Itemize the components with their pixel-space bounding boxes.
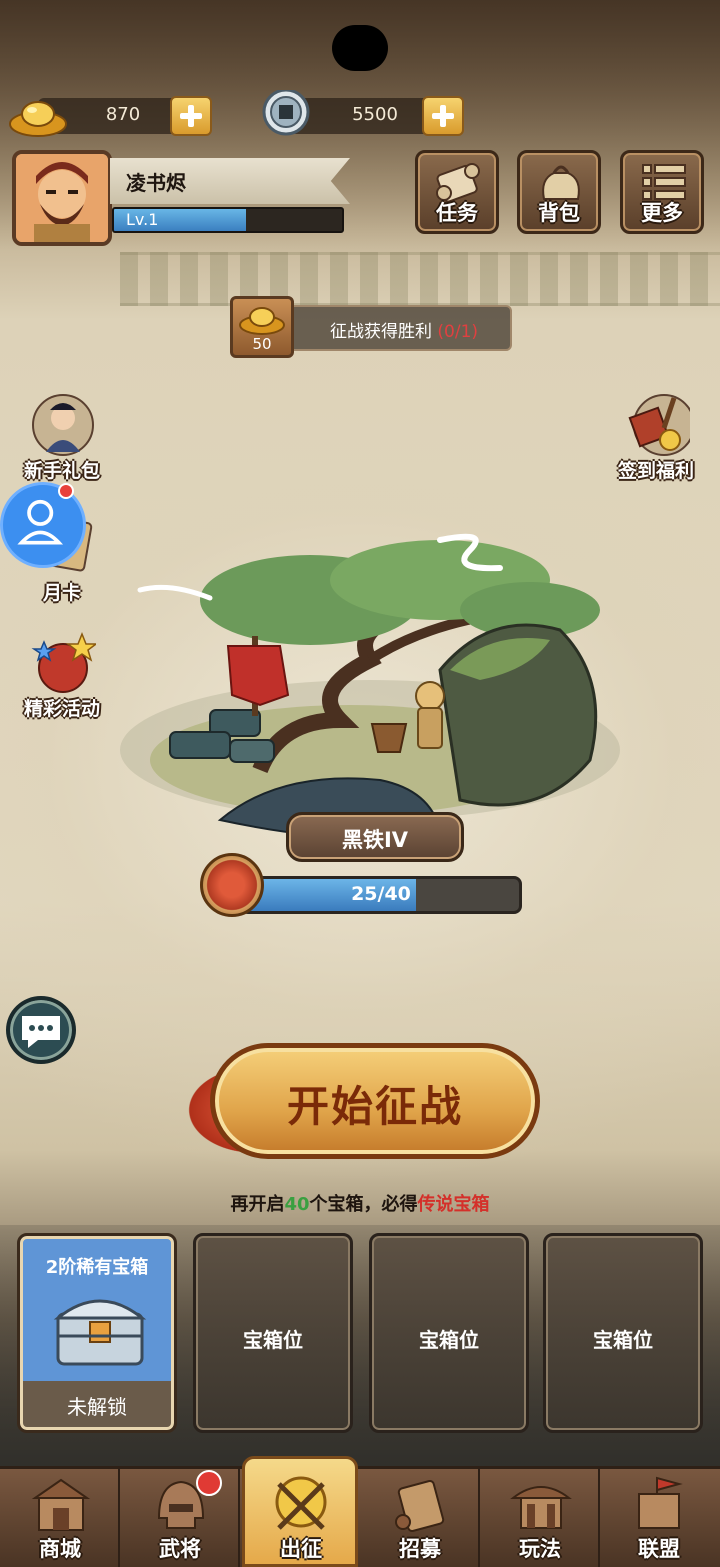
more-button-label: 更多 <box>641 201 683 225</box>
gold-ingot-icon <box>9 101 67 137</box>
camera-notch <box>332 25 388 71</box>
start-battle-label: 开始征战 <box>286 1082 463 1131</box>
chest-slot-empty[interactable]: 宝箱位 <box>369 1233 529 1433</box>
gold-value: 870 <box>105 104 141 125</box>
crossed-swords-icon <box>275 1476 327 1530</box>
chest-tip-prefix: 再开启 <box>230 1194 285 1215</box>
nav-shop[interactable]: 商城 <box>2 1468 120 1567</box>
nav-generals-badge <box>196 1470 222 1496</box>
avatar-portrait-icon <box>16 154 108 242</box>
assistant-float-button[interactable] <box>0 482 86 568</box>
task-button[interactable]: 任务 <box>415 150 499 234</box>
nav-shop-label: 商城 <box>39 1537 81 1561</box>
chest-slot-status: 未解锁 <box>67 1395 127 1419</box>
notification-dot <box>58 483 74 499</box>
quest-text: 征战获得胜利 (0/1) <box>330 317 478 342</box>
quest-progress: (0/1) <box>437 322 479 342</box>
chest-slot-label: 宝箱位 <box>419 1328 479 1352</box>
quest-reward-count: 50 <box>252 335 272 353</box>
shop-icon <box>31 1478 91 1531</box>
gold-currency: 870 <box>8 96 213 137</box>
coin-value: 5500 <box>352 104 398 125</box>
battlefield-scene <box>120 533 620 839</box>
month-card-label: 月卡 <box>42 582 81 604</box>
chest-tip-count: 40 <box>284 1194 310 1215</box>
task-button-label: 任务 <box>436 201 478 225</box>
pavilion-icon <box>510 1486 572 1529</box>
nav-recruit[interactable]: 招募 <box>362 1468 480 1567</box>
chat-button[interactable] <box>6 996 76 1064</box>
hero-gift-icon <box>32 394 94 456</box>
nav-gameplay-label: 玩法 <box>519 1537 561 1561</box>
coin-currency: 5500 <box>260 90 465 136</box>
chest-slot-rare[interactable]: 2阶稀有宝箱 未解锁 <box>17 1233 177 1433</box>
checkin-label: 签到福利 <box>617 460 694 482</box>
chest-slot-title: 2阶稀有宝箱 <box>45 1257 149 1278</box>
alliance-flag-icon <box>638 1476 683 1529</box>
more-button[interactable]: 更多 <box>620 150 704 234</box>
rank-name: 黑铁IV <box>341 828 409 852</box>
chat-bubble-icon <box>22 1016 60 1048</box>
nav-gameplay[interactable]: 玩法 <box>482 1468 600 1567</box>
events-button[interactable]: 精彩活动 <box>12 630 112 726</box>
bag-button[interactable]: 背包 <box>517 150 601 234</box>
event-bag-icon <box>31 631 96 693</box>
chest-slot-empty[interactable]: 宝箱位 <box>543 1233 703 1433</box>
nav-generals-label: 武将 <box>159 1537 201 1561</box>
rank-progress-text: 25/40 <box>351 883 411 905</box>
nav-campaign[interactable]: 出征 <box>242 1468 360 1567</box>
newbie-gift-button[interactable]: 新手礼包 <box>12 392 112 488</box>
nav-alliance[interactable]: 联盟 <box>600 1468 718 1567</box>
nav-recruit-label: 招募 <box>399 1537 441 1561</box>
chest-tip-middle: 个宝箱，必得 <box>309 1194 418 1215</box>
chest-slot-label: 宝箱位 <box>243 1328 303 1352</box>
quest-title: 征战获得胜利 <box>330 322 432 342</box>
checkin-chest-icon <box>628 394 690 456</box>
chest-tip: 再开启40个宝箱，必得传说宝箱 <box>0 1190 720 1216</box>
recruit-scroll-icon <box>395 1479 445 1533</box>
nav-alliance-label: 联盟 <box>638 1537 680 1561</box>
nav-campaign-label: 出征 <box>280 1537 322 1561</box>
gold-add-button[interactable] <box>170 96 212 136</box>
copper-coin-icon <box>262 90 310 136</box>
rank-badge-icon <box>200 853 264 917</box>
silver-chest-icon <box>53 1299 147 1366</box>
events-label: 精彩活动 <box>23 698 100 720</box>
chest-slot-label: 宝箱位 <box>593 1328 653 1352</box>
quest-reward: 50 <box>230 296 294 358</box>
player-name: 凌书烬 <box>126 171 186 195</box>
chest-tip-reward: 传说宝箱 <box>417 1194 490 1215</box>
gold-ingot-icon <box>239 307 285 335</box>
bag-button-label: 背包 <box>538 201 580 225</box>
player-level: Lv.1 <box>126 210 159 229</box>
nav-generals[interactable]: 武将 <box>122 1468 240 1567</box>
checkin-button[interactable]: 签到福利 <box>606 392 706 488</box>
coin-add-button[interactable] <box>422 96 464 136</box>
meander-border-decoration <box>120 252 720 306</box>
newbie-gift-label: 新手礼包 <box>23 460 100 482</box>
avatar[interactable] <box>12 150 112 246</box>
chest-slot-empty[interactable]: 宝箱位 <box>193 1233 353 1433</box>
